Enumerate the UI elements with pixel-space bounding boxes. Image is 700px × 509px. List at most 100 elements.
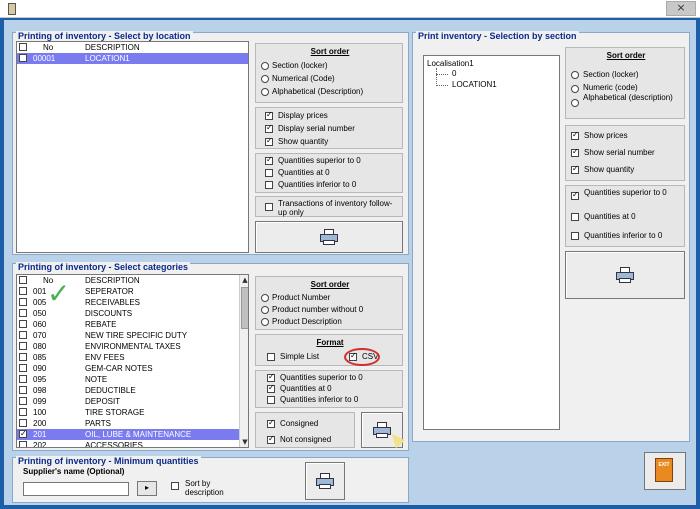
printer-icon	[615, 267, 635, 283]
list-item[interactable]: 201 OIL, LUBE & MAINTENANCE	[17, 428, 239, 440]
section-qty-zero-checkbox[interactable]	[571, 213, 579, 221]
row-checkbox[interactable]	[19, 408, 27, 416]
section-sort-numeric-radio[interactable]	[571, 85, 579, 93]
column-no: No	[43, 43, 54, 52]
row-checkbox[interactable]	[19, 331, 27, 339]
show-quantity-checkbox[interactable]	[265, 136, 273, 146]
show-serial-checkbox[interactable]	[571, 147, 579, 157]
print-location-button[interactable]	[255, 221, 403, 253]
row-description: GEM-CAR NOTES	[85, 364, 153, 373]
row-checkbox[interactable]	[19, 320, 27, 328]
row-checkbox[interactable]	[19, 441, 27, 447]
transactions-checkbox[interactable]	[265, 203, 273, 211]
sort-order-title: Sort order	[310, 47, 350, 56]
select-all-checkbox[interactable]	[19, 276, 27, 284]
section-tree[interactable]: Localisation1 0 LOCATION1	[423, 55, 560, 430]
tree-node-0[interactable]: 0	[452, 69, 456, 78]
section-sort-section-radio[interactable]	[571, 71, 579, 79]
transactions-panel: Transactions of inventory follow-up only	[255, 196, 403, 217]
cat-qty-superior-checkbox[interactable]	[267, 372, 275, 382]
qty-zero-checkbox[interactable]	[265, 169, 273, 177]
row-checkbox[interactable]	[19, 386, 27, 394]
qty-superior-checkbox[interactable]	[265, 155, 273, 165]
sort-product-number-no0-radio[interactable]	[261, 306, 269, 314]
cat-qty-inferior-label: Quantities inferior to 0	[280, 395, 359, 404]
row-checkbox[interactable]	[19, 287, 27, 295]
sort-product-number-label: Product Number	[272, 293, 331, 302]
list-item[interactable]: 070 NEW TIRE SPECIFIC DUTY	[17, 330, 239, 341]
location-group: Printing of inventory - Select by locati…	[12, 31, 409, 255]
cat-qty-zero-checkbox[interactable]	[267, 383, 275, 393]
section-show-quantity-label: Show quantity	[584, 165, 635, 174]
sort-numerical-radio[interactable]	[261, 75, 269, 83]
row-checkbox[interactable]	[19, 428, 27, 439]
list-item[interactable]: 00001 LOCATION1	[17, 53, 248, 64]
exit-button[interactable]: EXIT	[644, 452, 686, 490]
row-description: REBATE	[85, 320, 117, 329]
section-qty-inferior-checkbox[interactable]	[571, 232, 579, 240]
list-item[interactable]: 099 DEPOSIT	[17, 396, 239, 407]
cat-qty-inferior-checkbox[interactable]	[267, 396, 275, 404]
section-qty-superior-checkbox[interactable]	[571, 190, 579, 200]
list-item[interactable]: 095 NOTE	[17, 374, 239, 385]
list-item[interactable]: 080 ENVIRONMENTAL TAXES	[17, 341, 239, 352]
row-checkbox[interactable]	[19, 419, 27, 427]
sort-order-title: Sort order	[310, 280, 350, 289]
list-item[interactable]: 200 PARTS	[17, 418, 239, 429]
row-description: TIRE STORAGE	[85, 408, 145, 417]
exit-icon-text: EXIT	[658, 462, 670, 468]
consigned-checkbox[interactable]	[267, 418, 275, 428]
simple-list-checkbox[interactable]	[267, 353, 275, 361]
column-description: DESCRIPTION	[85, 276, 140, 285]
sort-alphabetical-radio[interactable]	[261, 88, 269, 96]
select-all-checkbox[interactable]	[19, 43, 27, 51]
show-prices-checkbox[interactable]	[571, 130, 579, 140]
scroll-thumb[interactable]	[241, 287, 248, 329]
row-no: 202	[33, 441, 47, 448]
display-serial-checkbox[interactable]	[265, 123, 273, 133]
row-no: 085	[33, 353, 47, 362]
row-checkbox[interactable]	[19, 364, 27, 372]
not-consigned-checkbox[interactable]	[267, 434, 275, 444]
show-quantity-label: Show quantity	[278, 137, 329, 146]
print-section-button[interactable]	[565, 251, 685, 299]
list-item[interactable]: 085 ENV FEES	[17, 352, 239, 363]
location-display-panel: Display prices Display serial number Sho…	[255, 107, 403, 149]
location-list[interactable]: No DESCRIPTION 00001 LOCATION1	[16, 41, 249, 253]
qty-superior-label: Quantities superior to 0	[278, 156, 361, 165]
list-item[interactable]: 202 ACCESSORIES	[17, 440, 239, 448]
row-checkbox[interactable]	[19, 375, 27, 383]
list-item[interactable]: 098 DEDUCTIBLE	[17, 385, 239, 396]
list-item[interactable]: 060 REBATE	[17, 319, 239, 330]
sort-product-number-radio[interactable]	[261, 294, 269, 302]
sort-section-label: Section (locker)	[272, 61, 328, 70]
display-prices-checkbox[interactable]	[265, 110, 273, 120]
row-no: 00001	[33, 54, 56, 63]
row-checkbox[interactable]	[19, 54, 27, 62]
qty-inferior-checkbox[interactable]	[265, 181, 273, 189]
row-checkbox[interactable]	[19, 342, 27, 350]
row-checkbox[interactable]	[19, 353, 27, 361]
row-checkbox[interactable]	[19, 298, 27, 306]
tree-node-location1[interactable]: LOCATION1	[452, 80, 497, 89]
row-description: DEDUCTIBLE	[85, 386, 136, 395]
scroll-up-icon[interactable]: ▲	[240, 275, 248, 285]
close-button[interactable]: ×	[666, 1, 696, 16]
supplier-lookup-button[interactable]: ▸	[137, 481, 157, 496]
row-checkbox[interactable]	[19, 397, 27, 405]
categories-scrollbar[interactable]: ▲ ▼	[239, 275, 248, 447]
supplier-input[interactable]	[23, 482, 129, 496]
scroll-down-icon[interactable]: ▼	[240, 437, 248, 447]
sort-by-description-checkbox[interactable]	[171, 482, 179, 490]
section-sort-section-label: Section (locker)	[583, 70, 639, 79]
print-minimum-button[interactable]	[305, 462, 345, 500]
section-show-quantity-checkbox[interactable]	[571, 164, 579, 174]
sort-section-radio[interactable]	[261, 62, 269, 70]
list-item[interactable]: 100 TIRE STORAGE	[17, 407, 239, 418]
tree-root[interactable]: Localisation1	[427, 59, 474, 68]
section-sort-alpha-radio[interactable]	[571, 99, 579, 107]
list-item[interactable]: 090 GEM-CAR NOTES	[17, 363, 239, 374]
sort-product-description-radio[interactable]	[261, 318, 269, 326]
row-no: 200	[33, 419, 47, 428]
row-checkbox[interactable]	[19, 309, 27, 317]
